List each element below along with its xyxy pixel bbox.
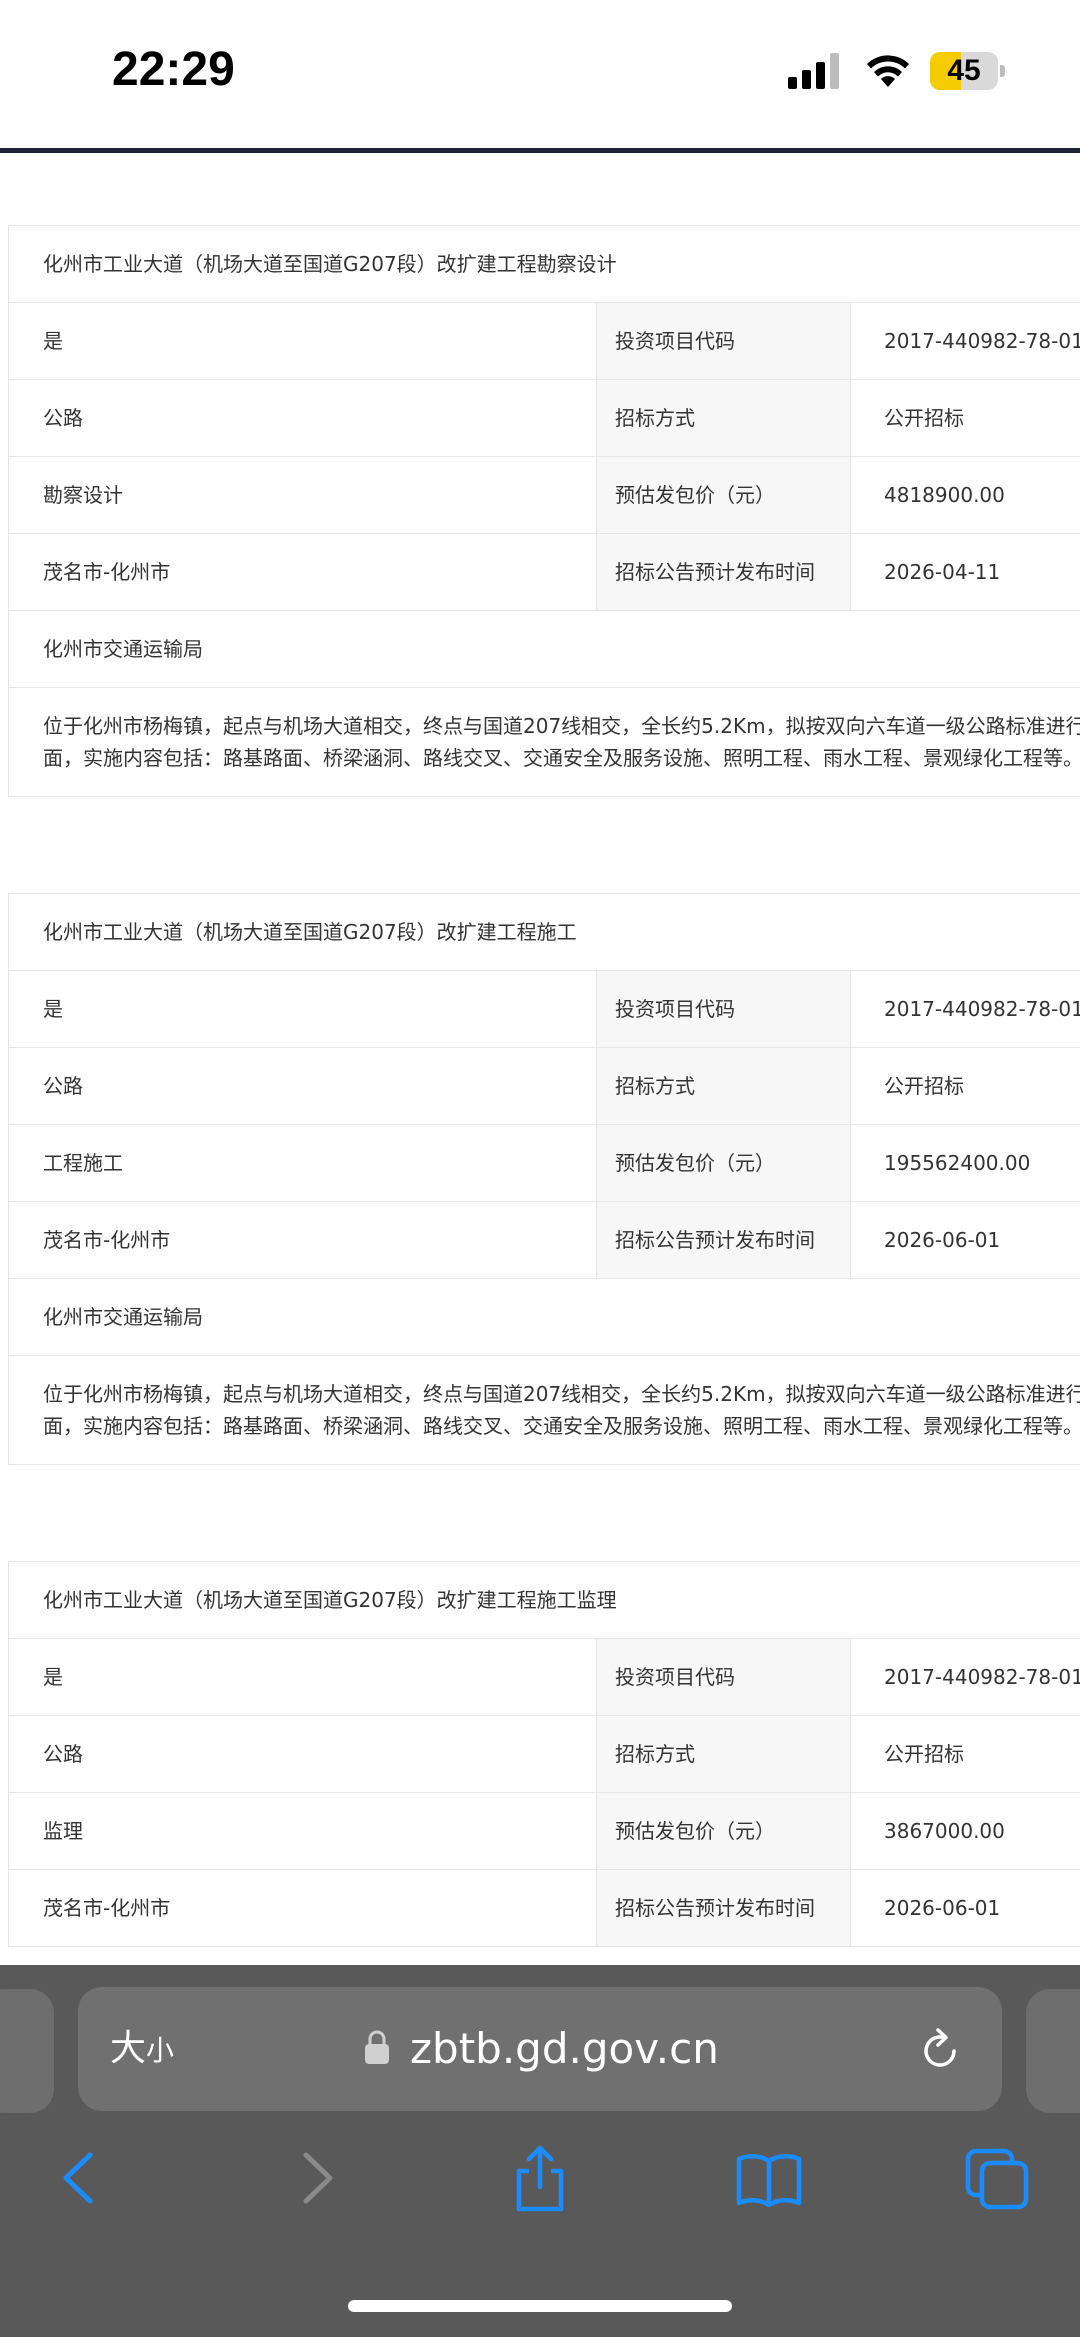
project-description: 位于化州市杨梅镇，起点与机场大道相交，终点与国道207线相交，全长约5.2Km，…	[43, 1378, 1080, 1442]
table-row: 位于化州市杨梅镇，起点与机场大道相交，终点与国道207线相交，全长约5.2Km，…	[9, 688, 1080, 797]
wifi-icon	[867, 55, 909, 87]
next-tab-preview[interactable]	[1026, 1989, 1080, 2113]
cell-label: 招标方式	[597, 1716, 851, 1792]
bookmarks-icon[interactable]	[734, 2143, 804, 2213]
table-row: 公路 招标方式 公开招标	[9, 1048, 1080, 1125]
page-settings-button[interactable]: 大小	[110, 1987, 174, 2111]
cell-value: 2017-440982-78-01-	[884, 1665, 1080, 1689]
cell-label: 预估发包价（元）	[597, 1793, 851, 1869]
lock-icon	[365, 2030, 389, 2064]
battery-indicator: 45	[930, 52, 1006, 90]
description-line: 位于化州市杨梅镇，起点与机场大道相交，终点与国道207线相交，全长约5.2Km，…	[43, 714, 1080, 738]
table-row: 工程施工 预估发包价（元） 195562400.00	[9, 1125, 1080, 1202]
cell-value: 4818900.00	[884, 483, 1005, 507]
description-line: 位于化州市杨梅镇，起点与机场大道相交，终点与国道207线相交，全长约5.2Km，…	[43, 1382, 1080, 1406]
page-content: 化州市工业大道（机场大道至国道G207段）改扩建工程勘察设计 是 投资项目代码 …	[0, 153, 1080, 1965]
table-row: 勘察设计 预估发包价（元） 4818900.00	[9, 457, 1080, 534]
cell-value: 2026-06-01	[884, 1896, 1001, 1920]
table-row: 化州市工业大道（机场大道至国道G207段）改扩建工程施工	[9, 893, 1080, 971]
project-description: 位于化州市杨梅镇，起点与机场大道相交，终点与国道207线相交，全长约5.2Km，…	[43, 710, 1080, 774]
status-time: 22:29	[112, 43, 235, 96]
text-size-label-small: 小	[146, 2034, 175, 2067]
cell-value: 茂名市-化州市	[9, 1202, 597, 1278]
share-icon[interactable]	[505, 2143, 575, 2213]
cell-value: 公开招标	[884, 1074, 964, 1098]
table-row: 是 投资项目代码 2017-440982-78-01-	[9, 303, 1080, 380]
table-row: 位于化州市杨梅镇，起点与机场大道相交，终点与国道207线相交，全长约5.2Km，…	[9, 1356, 1080, 1465]
cell-label: 预估发包价（元）	[597, 1125, 851, 1201]
table-row: 茂名市-化州市 招标公告预计发布时间 2026-06-01	[9, 1870, 1080, 1947]
cell-value: 勘察设计	[9, 457, 597, 533]
agency-name: 化州市交通运输局	[43, 1305, 203, 1329]
project-card: 化州市工业大道（机场大道至国道G207段）改扩建工程施工 是 投资项目代码 20…	[8, 893, 1080, 1465]
cell-value: 公开招标	[884, 406, 964, 430]
table-row: 化州市工业大道（机场大道至国道G207段）改扩建工程勘察设计	[9, 225, 1080, 303]
cell-value: 2017-440982-78-01-	[884, 997, 1080, 1021]
description-line: 面，实施内容包括：路基路面、桥梁涵洞、路线交叉、交通安全及服务设施、照明工程、雨…	[43, 746, 1080, 770]
previous-tab-preview[interactable]	[0, 1989, 54, 2113]
description-line: 面，实施内容包括：路基路面、桥梁涵洞、路线交叉、交通安全及服务设施、照明工程、雨…	[43, 1414, 1080, 1438]
project-name: 化州市工业大道（机场大道至国道G207段）改扩建工程施工监理	[43, 1588, 617, 1612]
url-text[interactable]: zbtb.gd.gov.cn	[410, 1987, 719, 2111]
cell-value: 2017-440982-78-01-	[884, 329, 1080, 353]
table-row: 化州市交通运输局	[9, 1279, 1080, 1356]
cell-value: 公路	[9, 1716, 597, 1792]
project-card: 化州市工业大道（机场大道至国道G207段）改扩建工程勘察设计 是 投资项目代码 …	[8, 225, 1080, 797]
table-row: 监理 预估发包价（元） 3867000.00	[9, 1793, 1080, 1870]
table-row: 公路 招标方式 公开招标	[9, 380, 1080, 457]
cell-value: 3867000.00	[884, 1819, 1005, 1843]
cellular-signal-icon	[788, 53, 839, 89]
cell-label: 投资项目代码	[597, 971, 851, 1047]
table-row: 化州市工业大道（机场大道至国道G207段）改扩建工程施工监理	[9, 1561, 1080, 1639]
project-card: 化州市工业大道（机场大道至国道G207段）改扩建工程施工监理 是 投资项目代码 …	[8, 1561, 1080, 1947]
cell-label: 投资项目代码	[597, 1639, 851, 1715]
cell-value: 公路	[9, 380, 597, 456]
battery-percent: 45	[947, 54, 981, 87]
forward-chevron-icon[interactable]	[280, 2143, 350, 2213]
cell-value: 公路	[9, 1048, 597, 1124]
cell-value: 茂名市-化州市	[9, 1870, 597, 1946]
cell-value: 工程施工	[9, 1125, 597, 1201]
back-chevron-icon[interactable]	[46, 2143, 116, 2213]
cell-value: 茂名市-化州市	[9, 534, 597, 610]
cell-label: 预估发包价（元）	[597, 457, 851, 533]
text-size-label: 大	[110, 2028, 147, 2069]
cell-value: 公开招标	[884, 1742, 964, 1766]
address-bar[interactable]: 大小 zbtb.gd.gov.cn	[78, 1987, 1002, 2111]
cell-label: 招标公告预计发布时间	[597, 534, 851, 610]
tabs-icon[interactable]	[962, 2143, 1032, 2213]
cell-value: 195562400.00	[884, 1151, 1031, 1175]
cell-value: 是	[9, 303, 597, 379]
table-row: 是 投资项目代码 2017-440982-78-01-	[9, 971, 1080, 1048]
cell-value: 是	[9, 971, 597, 1047]
project-name: 化州市工业大道（机场大道至国道G207段）改扩建工程勘察设计	[43, 252, 617, 276]
cell-label: 招标公告预计发布时间	[597, 1870, 851, 1946]
table-row: 茂名市-化州市 招标公告预计发布时间 2026-04-11	[9, 534, 1080, 611]
table-row: 茂名市-化州市 招标公告预计发布时间 2026-06-01	[9, 1202, 1080, 1279]
cell-value: 2026-06-01	[884, 1228, 1001, 1252]
table-row: 是 投资项目代码 2017-440982-78-01-	[9, 1639, 1080, 1716]
table-row: 公路 招标方式 公开招标	[9, 1716, 1080, 1793]
agency-name: 化州市交通运输局	[43, 637, 203, 661]
cell-label: 招标方式	[597, 1048, 851, 1124]
cell-value: 2026-04-11	[884, 560, 1001, 584]
cell-label: 招标公告预计发布时间	[597, 1202, 851, 1278]
project-name: 化州市工业大道（机场大道至国道G207段）改扩建工程施工	[43, 920, 577, 944]
reload-icon[interactable]	[916, 2025, 964, 2073]
table-row: 化州市交通运输局	[9, 611, 1080, 688]
cell-value: 监理	[9, 1793, 597, 1869]
cell-label: 投资项目代码	[597, 303, 851, 379]
home-indicator	[348, 2300, 732, 2312]
cell-value: 是	[9, 1639, 597, 1715]
cell-label: 招标方式	[597, 380, 851, 456]
status-bar: 22:29 45	[0, 0, 1080, 148]
browser-toolbar: 大小 zbtb.gd.gov.cn	[0, 1965, 1080, 2337]
